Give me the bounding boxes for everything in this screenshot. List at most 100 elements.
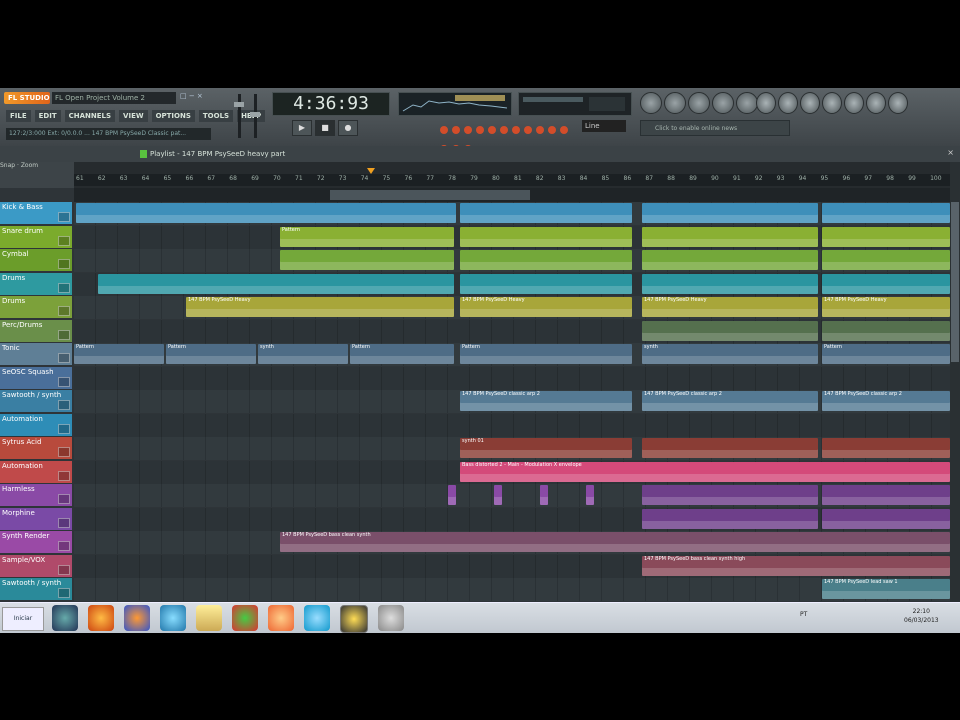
line-mode-select[interactable]: Line: [582, 120, 626, 132]
menu-edit[interactable]: EDIT: [34, 110, 61, 122]
playlist-clip[interactable]: [642, 203, 818, 223]
track-lane[interactable]: 147 BPM PsySeeD Heavy 147 BPM PsySeeD Hea…: [74, 296, 950, 319]
folder-icon[interactable]: [196, 605, 222, 631]
playlist-clip[interactable]: [76, 203, 456, 223]
playlist-clip[interactable]: 147 BPM PsySeeD classic arp 2: [642, 391, 818, 411]
playlist-clip[interactable]: [822, 203, 950, 223]
plugin-icon[interactable]: [756, 92, 776, 114]
track-lane[interactable]: [74, 484, 950, 507]
playlist-clip[interactable]: [494, 485, 502, 505]
master-sliders[interactable]: [232, 92, 268, 140]
track-label[interactable]: Snare drum: [0, 225, 72, 248]
track-lane[interactable]: [74, 319, 950, 343]
mixer-icon[interactable]: [736, 92, 758, 114]
playlist-clip[interactable]: [642, 508, 818, 529]
track-lane[interactable]: Pattern Pattern synth Pattern Pattern synth Pa…: [74, 343, 950, 366]
playlist-clip[interactable]: 147 BPM PsySeeD classic arp 2: [460, 391, 632, 411]
track-lane[interactable]: Bass distorted 2 - Main - Modulation X e…: [74, 460, 950, 484]
snap-zoom-controls[interactable]: Snap · Zoom: [0, 162, 74, 188]
track-label[interactable]: Drums: [0, 272, 72, 295]
playlist-clip[interactable]: Pattern: [74, 344, 164, 364]
play-button[interactable]: ▶: [292, 120, 312, 136]
menu-tools[interactable]: TOOLS: [198, 110, 234, 122]
playlist-clip[interactable]: 147 BPM PsySeeD Heavy: [460, 297, 632, 317]
window-controls[interactable]: □ − ×: [180, 92, 203, 100]
playlist-clip[interactable]: [642, 250, 818, 270]
playlist-clip[interactable]: [460, 273, 632, 294]
playlist-clip[interactable]: 147 BPM PsySeeD Heavy: [186, 297, 454, 317]
record-button[interactable]: ●: [338, 120, 358, 136]
horizontal-scrollbar[interactable]: [74, 188, 950, 202]
playlist-clip[interactable]: synth: [258, 344, 348, 364]
track-label[interactable]: Cymbal: [0, 249, 72, 271]
step-sequencer-icon[interactable]: [664, 92, 686, 114]
playlist-clip[interactable]: [642, 485, 818, 505]
playlist-clip[interactable]: synth 01: [460, 438, 632, 458]
playlist-clip[interactable]: [822, 250, 950, 270]
track-label[interactable]: Tonic: [0, 343, 72, 365]
playlist-clip[interactable]: 147 BPM PsySeeD Heavy: [822, 297, 950, 317]
playlist-clip[interactable]: [642, 226, 818, 247]
plugin-icon[interactable]: [778, 92, 798, 114]
track-label[interactable]: Synth Render: [0, 531, 72, 553]
vertical-scrollbar[interactable]: [950, 162, 960, 602]
menu-channels[interactable]: CHANNELS: [64, 110, 116, 122]
track-label[interactable]: Kick & Bass: [0, 202, 72, 224]
menu-options[interactable]: OPTIONS: [151, 110, 195, 122]
track-lane[interactable]: 147 BPM PsySeeD bass clean synth: [74, 531, 950, 554]
playlist-clip[interactable]: [460, 226, 632, 247]
playlist-clip[interactable]: 147 BPM PsySeeD Heavy: [642, 297, 818, 317]
track-lane[interactable]: [74, 202, 950, 225]
language-indicator[interactable]: PT: [800, 611, 807, 618]
playlist-clip[interactable]: [822, 508, 950, 529]
playlist-clip[interactable]: Bass distorted 2 - Main - Modulation X e…: [460, 461, 950, 482]
online-news-panel[interactable]: Click to enable online news: [640, 120, 790, 136]
playlist-clip[interactable]: [642, 320, 818, 341]
start-button[interactable]: Iniciar: [2, 607, 44, 631]
playlist-clip[interactable]: [822, 438, 950, 458]
playlist-clip[interactable]: 147 BPM PsySeeD classic arp 2: [822, 391, 950, 411]
track-lane[interactable]: [74, 366, 950, 390]
app-icon[interactable]: [378, 605, 404, 631]
media-player-icon[interactable]: [268, 605, 294, 631]
plugin-icon[interactable]: [888, 92, 908, 114]
playlist-clip[interactable]: [540, 485, 548, 505]
browser-icon[interactable]: [712, 92, 734, 114]
playlist-clip[interactable]: [448, 485, 456, 505]
playlist-clip[interactable]: Pattern: [350, 344, 454, 364]
playlist-clip[interactable]: [822, 485, 950, 505]
playhead-marker[interactable]: [366, 168, 375, 174]
playlist-clip[interactable]: Pattern: [822, 344, 950, 364]
playlist-clip[interactable]: [822, 273, 950, 294]
menu-view[interactable]: VIEW: [119, 110, 148, 122]
playlist-clip[interactable]: [822, 320, 950, 341]
track-lane[interactable]: [74, 413, 950, 437]
playlist-clip[interactable]: synth: [642, 344, 818, 364]
track-lane[interactable]: 147 BPM PsySeeD bass clean synth high: [74, 554, 950, 578]
track-label[interactable]: Sawtooth / synth: [0, 578, 72, 600]
snap-mode-buttons[interactable]: [438, 120, 578, 153]
stop-button[interactable]: ■: [315, 120, 335, 136]
track-label[interactable]: Automation: [0, 460, 72, 483]
chrome-icon[interactable]: [232, 605, 258, 631]
track-label[interactable]: Perc/Drums: [0, 319, 72, 342]
playlist-clip[interactable]: 147 BPM PsySeeD bass clean synth high: [642, 555, 950, 576]
ie-icon[interactable]: [160, 605, 186, 631]
track-lane[interactable]: synth 01: [74, 437, 950, 460]
app-icon[interactable]: [52, 605, 78, 631]
playlist-clip[interactable]: [642, 438, 818, 458]
track-lane[interactable]: 147 BPM PsySeeD classic arp 2 147 BPM Psy…: [74, 390, 950, 413]
track-label[interactable]: Sawtooth / synth: [0, 390, 72, 412]
track-lane[interactable]: [74, 272, 950, 296]
plugin-icon[interactable]: [844, 92, 864, 114]
close-icon[interactable]: ×: [947, 148, 954, 157]
firefox-icon[interactable]: [124, 605, 150, 631]
plugin-icon[interactable]: [822, 92, 842, 114]
skype-icon[interactable]: [304, 605, 330, 631]
playlist-clip[interactable]: [98, 273, 454, 294]
plugin-icon[interactable]: [800, 92, 820, 114]
playlist-icon[interactable]: [640, 92, 662, 114]
playlist-clip[interactable]: [586, 485, 594, 505]
piano-roll-icon[interactable]: [688, 92, 710, 114]
fl-studio-taskbar-icon[interactable]: [340, 605, 368, 633]
